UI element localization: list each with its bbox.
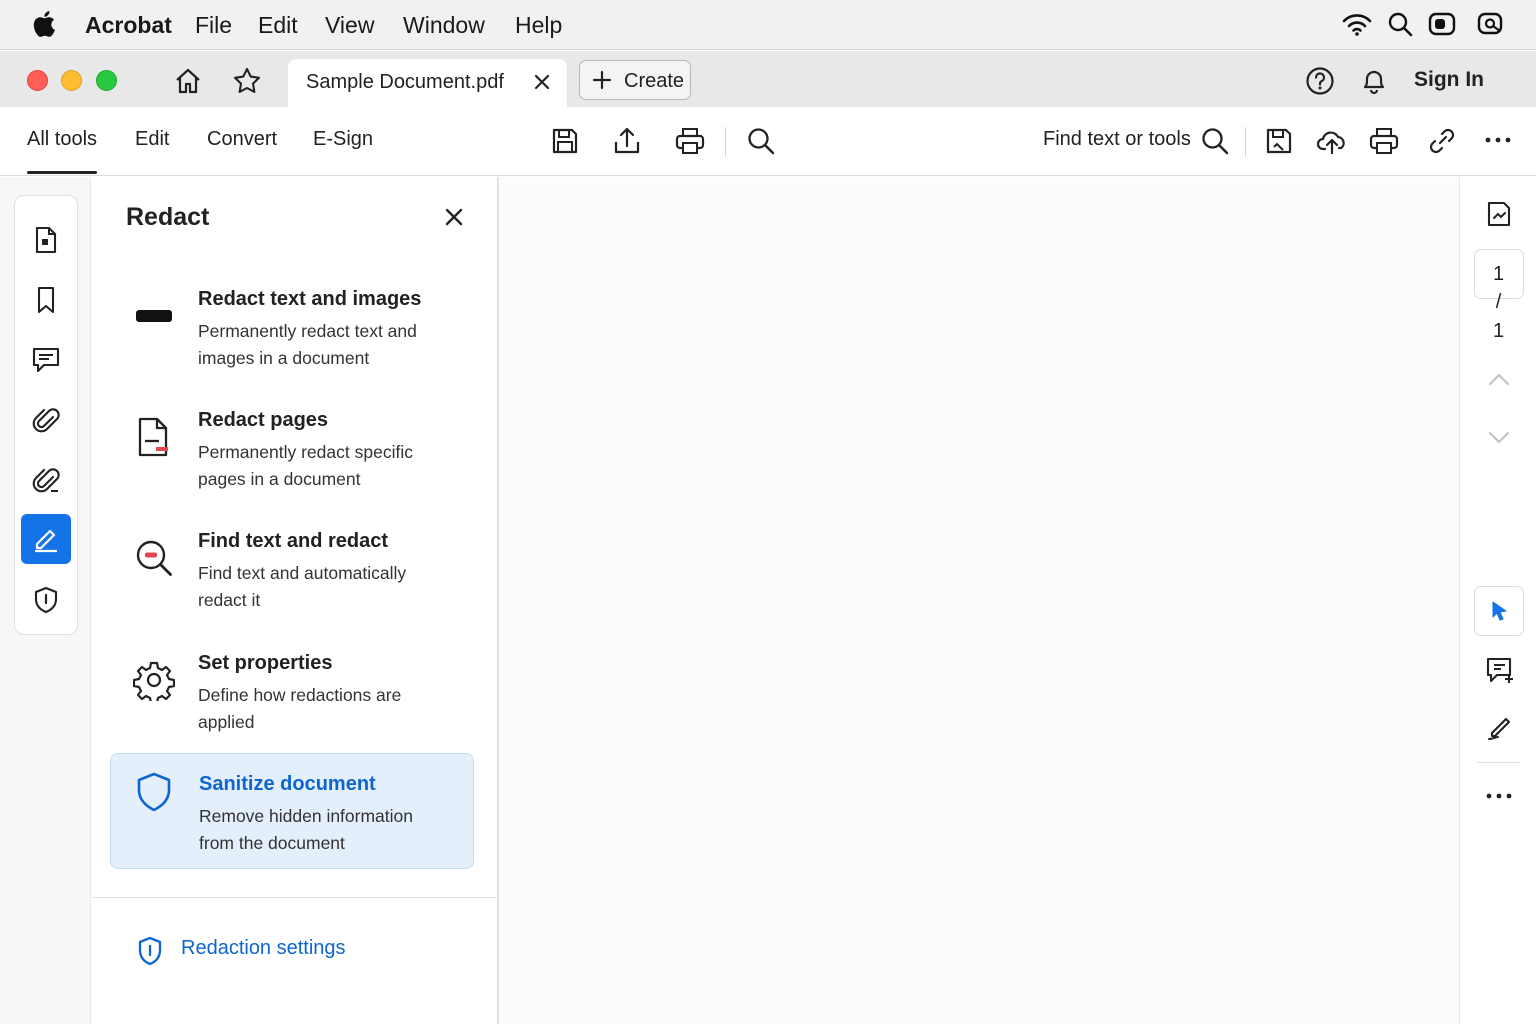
wifi-icon[interactable] <box>1341 11 1373 37</box>
sign-in-button[interactable]: Sign In <box>1414 68 1484 92</box>
more-options-icon[interactable] <box>1484 133 1512 147</box>
draw-pen-icon[interactable] <box>1485 712 1515 742</box>
siri-icon[interactable] <box>1477 11 1505 37</box>
page-thumbnails-icon[interactable] <box>21 215 71 265</box>
plus-icon <box>592 70 612 90</box>
active-tab-indicator <box>27 171 97 174</box>
window-close-button[interactable] <box>27 70 48 91</box>
close-tab-icon[interactable] <box>533 73 551 91</box>
home-icon[interactable] <box>173 66 203 96</box>
page-separator: / <box>1495 291 1502 313</box>
save-icon[interactable] <box>550 126 580 156</box>
document-tab[interactable]: Sample Document.pdf <box>288 59 567 107</box>
tool-description: Remove hidden information from the docum… <box>199 806 414 853</box>
menu-file[interactable]: File <box>195 12 232 39</box>
macos-menu-bar: Acrobat File Edit View Window Help <box>0 0 1536 50</box>
panel-title: Redact <box>126 203 210 231</box>
menu-edit[interactable]: Edit <box>258 12 298 39</box>
shield-icon <box>132 770 176 814</box>
tab-esign[interactable]: E-Sign <box>313 128 373 151</box>
chevron-up-icon[interactable] <box>1485 370 1513 390</box>
tool-description: Define how redactions are applied <box>198 685 402 732</box>
redact-panel: Redact Redact text and images Permanentl… <box>92 177 498 1024</box>
current-page: 1 <box>1492 263 1505 285</box>
chevron-down-icon[interactable] <box>1485 427 1513 447</box>
find-text-or-tools[interactable]: Find text or tools <box>1043 128 1191 151</box>
toolbar-divider-right <box>1245 127 1246 157</box>
notifications-bell-icon[interactable] <box>1360 66 1388 96</box>
menu-help[interactable]: Help <box>515 12 562 39</box>
menu-view[interactable]: View <box>325 12 374 39</box>
find-search-icon[interactable] <box>1200 126 1230 156</box>
more-tools-icon[interactable] <box>1485 789 1513 803</box>
share-upload-icon[interactable] <box>612 126 642 156</box>
print-icon[interactable] <box>674 126 706 156</box>
window-zoom-button[interactable] <box>96 70 117 91</box>
tool-title: Redact text and images <box>198 288 422 310</box>
help-icon[interactable] <box>1305 66 1335 96</box>
tool-sanitize-document[interactable]: Sanitize document Remove hidden informat… <box>110 753 474 869</box>
tab-edit[interactable]: Edit <box>135 128 169 151</box>
panel-divider <box>92 897 498 898</box>
spotlight-search-icon[interactable] <box>1387 11 1413 37</box>
document-tab-title: Sample Document.pdf <box>306 71 504 93</box>
close-panel-icon[interactable] <box>444 207 464 227</box>
tool-set-properties[interactable]: Set properties Define how redactions are… <box>110 640 474 756</box>
tab-convert[interactable]: Convert <box>207 128 277 151</box>
redact-tool-icon[interactable] <box>21 514 71 564</box>
select-tool-button[interactable] <box>1474 586 1524 636</box>
create-button-label: Create <box>624 70 685 92</box>
print-icon-right[interactable] <box>1368 126 1400 156</box>
create-button[interactable]: Create <box>579 60 691 100</box>
save-as-icon[interactable] <box>1264 126 1294 156</box>
control-center-icon[interactable] <box>1428 11 1456 37</box>
tool-find-text-redact[interactable]: Find text and redact Find text and autom… <box>110 518 474 634</box>
menu-app-name[interactable]: Acrobat <box>85 12 172 39</box>
tool-description: Find text and automatically redact it <box>198 563 407 610</box>
page-edit-icon[interactable] <box>1485 199 1513 229</box>
tool-redact-pages[interactable]: Redact pages Permanently redact specific… <box>110 397 474 513</box>
document-canvas[interactable] <box>499 177 1459 1024</box>
attachments-icon[interactable] <box>21 395 71 445</box>
gear-icon <box>132 658 176 702</box>
find-redact-icon <box>132 536 176 580</box>
tool-title: Sanitize document <box>199 773 376 795</box>
cursor-arrow-icon <box>1488 599 1510 623</box>
right-rail-divider <box>1477 762 1521 763</box>
menu-window[interactable]: Window <box>403 12 485 39</box>
tool-title: Set properties <box>198 652 333 674</box>
protect-shield-icon[interactable] <box>21 575 71 625</box>
window-minimize-button[interactable] <box>61 70 82 91</box>
comments-icon[interactable] <box>21 335 71 385</box>
tool-description: Permanently redact text and images in a … <box>198 321 417 368</box>
add-comment-icon[interactable] <box>1485 655 1515 685</box>
toolbar-divider <box>725 127 726 157</box>
main-toolbar: All tools Edit Convert E-Sign Find text … <box>0 107 1536 176</box>
redaction-settings-icon[interactable] <box>136 935 164 967</box>
left-tool-rail <box>0 177 91 1024</box>
total-pages: 1 <box>1492 320 1505 342</box>
tool-title: Redact pages <box>198 409 329 431</box>
window-tab-bar: Sample Document.pdf Create Sign In <box>0 51 1536 107</box>
bookmark-icon[interactable] <box>21 275 71 325</box>
tool-description: Permanently redact specific pages in a d… <box>198 442 413 489</box>
tool-redact-text-images[interactable]: Redact text and images Permanently redac… <box>110 276 474 392</box>
redact-page-icon <box>132 415 176 459</box>
tool-title: Find text and redact <box>198 530 389 552</box>
right-rail: 1 / 1 <box>1459 177 1536 1024</box>
redaction-settings-link[interactable]: Redaction settings <box>181 937 346 960</box>
tab-all-tools[interactable]: All tools <box>27 128 97 151</box>
attachment-edit-icon[interactable] <box>21 455 71 505</box>
cloud-upload-icon[interactable] <box>1316 126 1348 156</box>
redact-bar-icon <box>132 294 176 338</box>
link-icon[interactable] <box>1428 126 1456 156</box>
search-icon[interactable] <box>746 126 776 156</box>
star-icon[interactable] <box>232 66 262 96</box>
apple-icon[interactable] <box>30 10 56 38</box>
